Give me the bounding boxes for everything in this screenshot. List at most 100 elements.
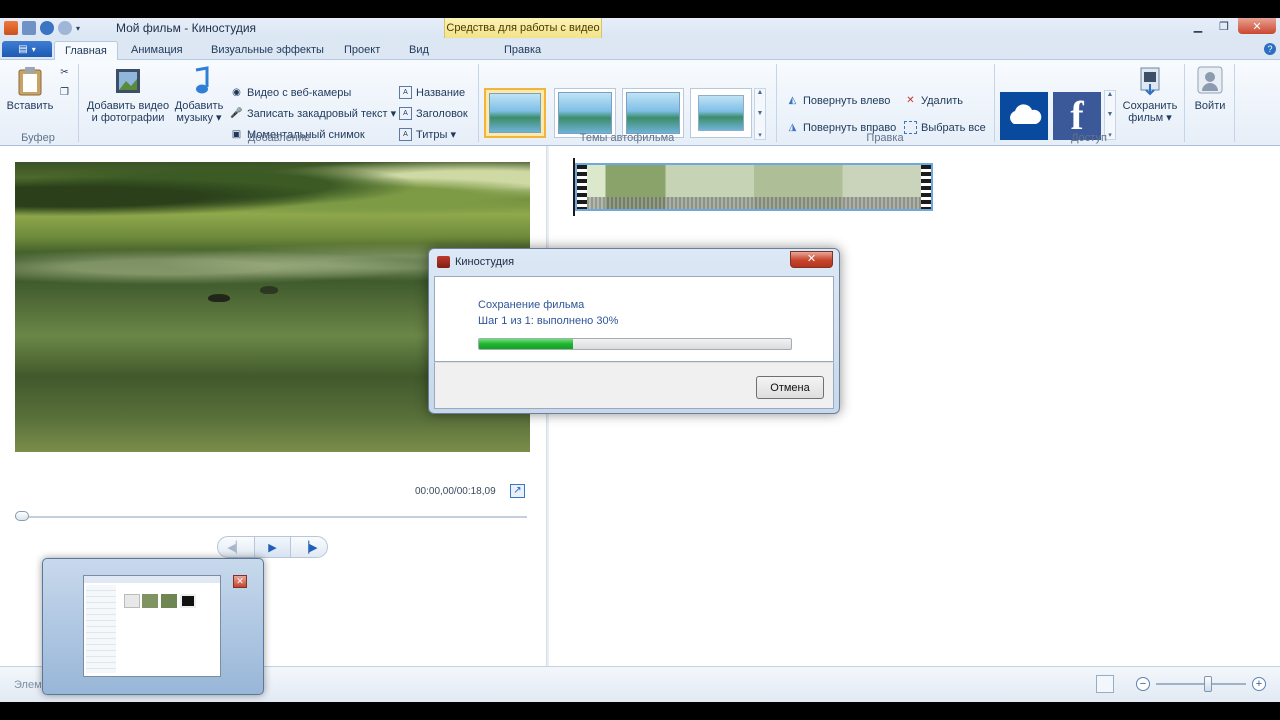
dialog-title: Киностудия — [455, 256, 515, 268]
dialog-footer: Отмена — [434, 362, 834, 409]
thumbnail-file-icon — [161, 594, 177, 608]
tab-view[interactable]: Вид — [399, 41, 439, 60]
theme-thumbnail[interactable] — [484, 88, 546, 138]
next-frame-icon: ▕▶ — [300, 541, 318, 554]
seek-bar[interactable] — [15, 511, 527, 521]
cloud-icon — [1006, 103, 1042, 129]
zoom-in-icon[interactable]: + — [1252, 677, 1266, 691]
zoom-slider[interactable] — [1156, 676, 1246, 692]
playback-cursor[interactable] — [573, 158, 575, 216]
fullscreen-preview-button[interactable]: ↗ — [510, 484, 525, 498]
save-icon[interactable] — [22, 21, 36, 35]
qat-dropdown-icon[interactable]: ▾ — [76, 24, 80, 33]
title-button[interactable]: A Название — [399, 86, 465, 99]
rotate-left-icon: ◭ — [788, 95, 797, 106]
add-music-button[interactable]: Добавить музыку ▾ — [172, 66, 226, 124]
explorer-window-thumbnail — [83, 575, 221, 677]
file-menu-dropdown-icon: ▾ — [31, 44, 36, 54]
ribbon-tabs: ▤ ▾ Главная Анимация Визуальные эффекты П… — [0, 38, 1280, 60]
dialog-close-button[interactable]: ✕ — [790, 251, 833, 268]
undo-icon[interactable] — [40, 21, 54, 35]
expand-icon: ↗ — [513, 485, 522, 496]
film-strip-edge — [921, 165, 931, 209]
theme-thumbnail[interactable] — [622, 88, 684, 138]
tab-visual-effects[interactable]: Визуальные эффекты — [201, 41, 334, 60]
seek-thumb[interactable] — [15, 511, 29, 521]
preview-close-icon[interactable]: ✕ — [233, 575, 247, 588]
restore-icon[interactable]: ❐ — [1212, 18, 1236, 34]
clipboard-icon — [16, 66, 44, 96]
dialog-heading: Сохранение фильма — [478, 299, 585, 311]
save-movie-icon — [1136, 66, 1164, 96]
sign-in-button[interactable]: Войти — [1188, 66, 1232, 112]
redo-icon[interactable] — [58, 21, 72, 35]
previous-frame-button[interactable]: ◀▏ — [218, 537, 254, 557]
storyboard-view-icon[interactable] — [1096, 675, 1114, 693]
file-menu-button[interactable]: ▤ ▾ — [2, 41, 52, 57]
zoom-slider-thumb[interactable] — [1204, 676, 1212, 692]
title-label: Название — [416, 86, 466, 99]
theme-thumbnail[interactable] — [554, 88, 616, 138]
music-note-icon — [185, 66, 213, 96]
ribbon: Вставить ✂ ❐ Буфер Добавить видео и фото… — [0, 60, 1280, 146]
caption-button[interactable]: A Заголовок — [399, 107, 468, 120]
title-bar: ▾ Мой фильм - Киностудия Средства для ра… — [0, 18, 1280, 38]
copy-button[interactable]: ❐ — [58, 86, 71, 99]
theme-thumbnail[interactable] — [690, 88, 752, 138]
add-video-button[interactable]: Добавить видео и фотографии — [84, 66, 172, 124]
add-video-label: Добавить видео и фотографии — [86, 100, 170, 124]
close-window-icon[interactable]: ✕ — [1238, 18, 1276, 34]
thumbnail-title-bar — [84, 576, 220, 583]
scroll-up-icon[interactable]: ▲ — [757, 89, 764, 96]
clipboard-group-label: Буфер — [21, 132, 55, 144]
scroll-down-icon[interactable]: ▼ — [757, 110, 764, 117]
copy-icon: ❐ — [60, 87, 69, 98]
paste-button[interactable]: Вставить — [4, 66, 56, 112]
play-icon: ▶ — [268, 541, 277, 554]
separator — [78, 64, 79, 142]
tab-animation[interactable]: Анимация — [121, 41, 193, 60]
taskbar-window-preview[interactable]: ✕ — [42, 558, 264, 695]
audio-waveform — [587, 197, 921, 209]
zoom-control: − + — [1136, 676, 1266, 692]
save-progress-fill — [479, 339, 573, 349]
title-icon: A — [399, 86, 412, 99]
zoom-out-icon[interactable]: − — [1136, 677, 1150, 691]
tab-edit[interactable]: Правка — [494, 41, 551, 60]
save-progress-bar — [478, 338, 792, 350]
help-icon[interactable]: ? — [1264, 43, 1276, 55]
video-frame-trees — [15, 162, 530, 220]
play-button[interactable]: ▶ — [253, 537, 292, 557]
separator — [994, 64, 995, 142]
movie-maker-icon — [437, 256, 450, 268]
scroll-down-icon[interactable]: ▼ — [1107, 111, 1114, 118]
delete-label: Удалить — [921, 94, 963, 107]
themes-group-label: Темы автофильма — [579, 132, 675, 144]
separator — [776, 64, 777, 142]
thumbnail-file-icon — [180, 594, 196, 608]
scissors-icon: ✂ — [60, 67, 69, 78]
cancel-button[interactable]: Отмена — [756, 376, 824, 399]
quick-access-toolbar: ▾ — [0, 20, 80, 36]
record-narration-button[interactable]: 🎤 Записать закадровый текст ▾ — [230, 107, 396, 120]
webcam-video-button[interactable]: ◉ Видео с веб-камеры — [230, 86, 351, 99]
scroll-up-icon[interactable]: ▲ — [1107, 91, 1114, 98]
tab-project[interactable]: Проект — [334, 41, 390, 60]
save-movie-button[interactable]: Сохранить фильм ▾ — [1120, 66, 1180, 124]
thumbnail-sidebar — [86, 585, 116, 673]
app-menu-icon[interactable] — [4, 21, 18, 35]
delete-button[interactable]: ✕ Удалить — [904, 94, 963, 107]
cut-button[interactable]: ✂ — [58, 66, 71, 79]
video-clip[interactable] — [575, 163, 933, 211]
next-frame-button[interactable]: ▕▶ — [291, 537, 327, 557]
tab-home[interactable]: Главная — [54, 41, 118, 60]
rotate-left-button[interactable]: ◭ Повернуть влево — [786, 94, 891, 107]
webcam-label: Видео с веб-камеры — [247, 86, 352, 99]
minimize-icon[interactable]: ▁ — [1186, 18, 1210, 34]
previous-frame-icon: ◀▏ — [227, 541, 245, 554]
dialog-body: Сохранение фильма Шаг 1 из 1: выполнено … — [434, 276, 834, 362]
playback-timecode: 00:00,00/00:18,09 — [415, 486, 496, 497]
video-frame-duck — [208, 294, 230, 302]
caption-label: Заголовок — [416, 107, 468, 120]
edit-group-label: Правка — [866, 132, 904, 144]
